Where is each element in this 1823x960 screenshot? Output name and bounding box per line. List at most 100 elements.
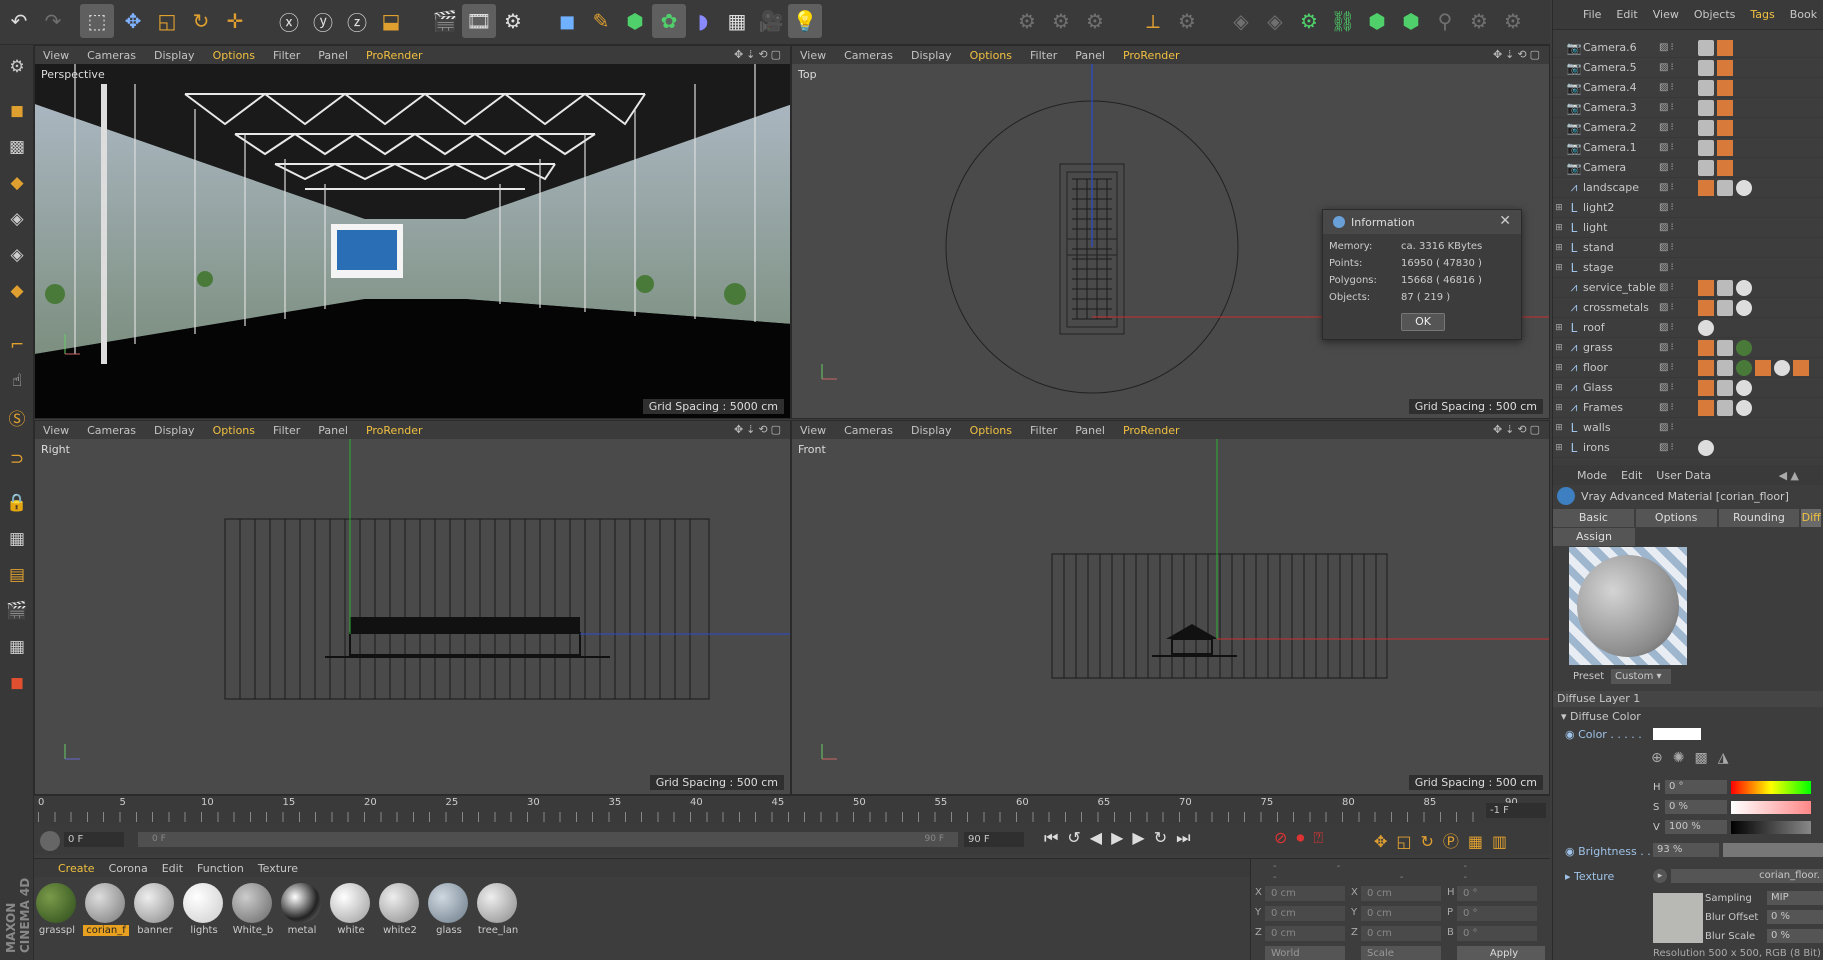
menu-cameras[interactable]: Cameras <box>87 49 136 62</box>
object-row[interactable]: ⩘ landscape ▨⁝ <box>1553 178 1823 198</box>
visibility-flags-icon[interactable]: ▨⁝ <box>1659 62 1676 73</box>
size-x-field[interactable]: 0 cm <box>1361 886 1441 901</box>
menu-panel[interactable]: Panel <box>318 424 348 437</box>
material-tag-icon[interactable] <box>1736 359 1752 376</box>
object-name[interactable]: service_table <box>1583 281 1663 294</box>
material-swatch[interactable]: lights <box>181 881 225 939</box>
object-row[interactable]: ⊞ Lstage ▨⁝ <box>1553 258 1823 278</box>
hue-field[interactable]: 0 ° <box>1665 780 1727 794</box>
protection-tag-icon[interactable] <box>1717 119 1733 136</box>
object-name[interactable]: crossmetals <box>1583 301 1663 314</box>
texture-tag-icon[interactable] <box>1717 399 1733 416</box>
tab-diffuse[interactable]: Diff <box>1801 509 1821 527</box>
phong-tag-icon[interactable] <box>1698 339 1714 356</box>
y-axis-icon[interactable]: ⓨ <box>306 4 340 38</box>
texture-field[interactable]: corian_floor. <box>1671 869 1823 883</box>
start-frame-field[interactable]: 0 F <box>64 832 124 847</box>
playback-controls[interactable]: ⏮↺◀▶▶↻⏭ <box>1044 828 1200 848</box>
menu-view[interactable]: View <box>800 424 826 437</box>
preset-dropdown[interactable]: Custom ▾ <box>1611 669 1671 684</box>
menu-display[interactable]: Display <box>911 424 952 437</box>
tab-options[interactable]: Options <box>1635 509 1717 527</box>
tab-rounding[interactable]: Rounding <box>1718 509 1800 527</box>
value-field[interactable]: 100 % <box>1665 820 1727 834</box>
visibility-flags-icon[interactable]: ▨⁝ <box>1659 322 1676 333</box>
hue-slider[interactable] <box>1731 781 1811 794</box>
material-tag-icon[interactable] <box>1736 399 1752 416</box>
range-slider[interactable]: 0 F 90 F <box>138 832 958 847</box>
workplane-icon[interactable]: ⚙ <box>1044 4 1078 38</box>
expand-icon[interactable]: ⊞ <box>1553 343 1565 353</box>
menu-filter[interactable]: Filter <box>1030 49 1057 62</box>
viewport-nav-icons[interactable]: ✥⇣⟲▢ <box>1493 48 1543 61</box>
timeline-knob-icon[interactable] <box>40 831 60 851</box>
visibility-flags-icon[interactable]: ▨⁝ <box>1659 442 1676 453</box>
object-row[interactable]: 📷 Camera.3 ▨⁝ <box>1553 98 1823 118</box>
scale-dropdown[interactable]: Scale <box>1361 946 1441 960</box>
object-row[interactable]: ⊞ Lirons ▨⁝ <box>1553 438 1823 458</box>
rotation-h-field[interactable]: 0 ° <box>1457 886 1537 901</box>
target-tag-icon[interactable] <box>1698 99 1714 116</box>
subdivision-icon[interactable]: ⬢ <box>618 4 652 38</box>
deformer-icon[interactable]: ◗ <box>686 4 720 38</box>
object-row[interactable]: ⊞ ⩘ floor ▨⁝ <box>1553 358 1823 378</box>
redo-icon[interactable]: ↷ <box>36 4 70 38</box>
viewport-right[interactable]: View Cameras Display Options Filter Pane… <box>34 420 791 795</box>
object-name[interactable]: Camera.3 <box>1583 101 1663 114</box>
object-row[interactable]: ⊞ Lroof ▨⁝ <box>1553 318 1823 338</box>
axis-icon[interactable]: ⟂ <box>1136 4 1170 38</box>
pen-icon[interactable]: ✎ <box>584 4 618 38</box>
menu-display[interactable]: Display <box>154 49 195 62</box>
visibility-flags-icon[interactable]: ▨⁝ <box>1659 162 1676 173</box>
object-name[interactable]: Camera <box>1583 161 1663 174</box>
key-mode-controls[interactable]: ✥◱↻Ⓟ▦▥ <box>1374 828 1516 852</box>
object-row[interactable]: ⩘ service_table ▨⁝ <box>1553 278 1823 298</box>
material-swatch[interactable]: glass <box>426 881 470 939</box>
menu-filter[interactable]: Filter <box>1030 424 1057 437</box>
phong-tag-icon[interactable] <box>1698 299 1714 316</box>
menu-cameras[interactable]: Cameras <box>844 49 893 62</box>
material-tag-icon[interactable] <box>1698 439 1714 456</box>
close-icon[interactable]: ✕ <box>1499 213 1511 229</box>
snap-toggle-icon[interactable]: Ⓢ <box>3 403 31 431</box>
menu-create[interactable]: Create <box>58 862 95 875</box>
plugin-stack-icon[interactable]: ⬢ <box>1394 4 1428 38</box>
workplane-grid-icon[interactable]: ▦ <box>3 525 31 553</box>
texture-tag-icon[interactable] <box>1717 359 1733 376</box>
ok-button[interactable]: OK <box>1401 313 1445 331</box>
visibility-flags-icon[interactable]: ▨⁝ <box>1659 202 1676 213</box>
plugin-box-icon[interactable]: ⬢ <box>1360 4 1394 38</box>
protection-tag-icon[interactable] <box>1717 99 1733 116</box>
visibility-flags-icon[interactable]: ▨⁝ <box>1659 142 1676 153</box>
menu-view[interactable]: View <box>43 49 69 62</box>
visibility-flags-icon[interactable]: ▨⁝ <box>1659 182 1676 193</box>
object-name[interactable]: stand <box>1583 241 1663 254</box>
rotation-b-field[interactable]: 0 ° <box>1457 926 1537 941</box>
rotation-p-field[interactable]: 0 ° <box>1457 906 1537 921</box>
menu-cameras[interactable]: Cameras <box>844 424 893 437</box>
locked-workplane-icon[interactable]: ⚙ <box>1078 4 1112 38</box>
saturation-field[interactable]: 0 % <box>1665 800 1727 814</box>
expand-icon[interactable]: ⊞ <box>1553 243 1565 253</box>
menu-view[interactable]: View <box>43 424 69 437</box>
polygons-mode-icon[interactable]: ◆ <box>3 277 31 305</box>
tab-assign[interactable]: Assign <box>1553 528 1635 546</box>
object-row[interactable]: ⊞ Lwalls ▨⁝ <box>1553 418 1823 438</box>
visibility-flags-icon[interactable]: ▨⁝ <box>1659 282 1676 293</box>
menu-prorender[interactable]: ProRender <box>1123 49 1180 62</box>
object-row[interactable]: ⊞ ⩘ Glass ▨⁝ <box>1553 378 1823 398</box>
menu-prorender[interactable]: ProRender <box>366 49 423 62</box>
texture-tag-icon[interactable] <box>1717 339 1733 356</box>
menu-edit[interactable]: Edit <box>1621 469 1642 482</box>
saturation-slider[interactable] <box>1731 801 1811 814</box>
apply-button[interactable]: Apply <box>1457 946 1545 960</box>
scale-icon[interactable]: ◱ <box>150 4 184 38</box>
coordinate-system-icon[interactable]: ⬓ <box>374 4 408 38</box>
brightness-field[interactable]: 93 % <box>1653 843 1719 857</box>
texture-tag-icon[interactable] <box>1717 279 1733 296</box>
snap-icon[interactable]: ⚙ <box>1010 4 1044 38</box>
grid-toggle-icon[interactable]: ▦ <box>3 633 31 661</box>
texture-tag-icon[interactable] <box>1717 379 1733 396</box>
material-tag-icon[interactable] <box>1736 339 1752 356</box>
object-name[interactable]: light <box>1583 221 1663 234</box>
